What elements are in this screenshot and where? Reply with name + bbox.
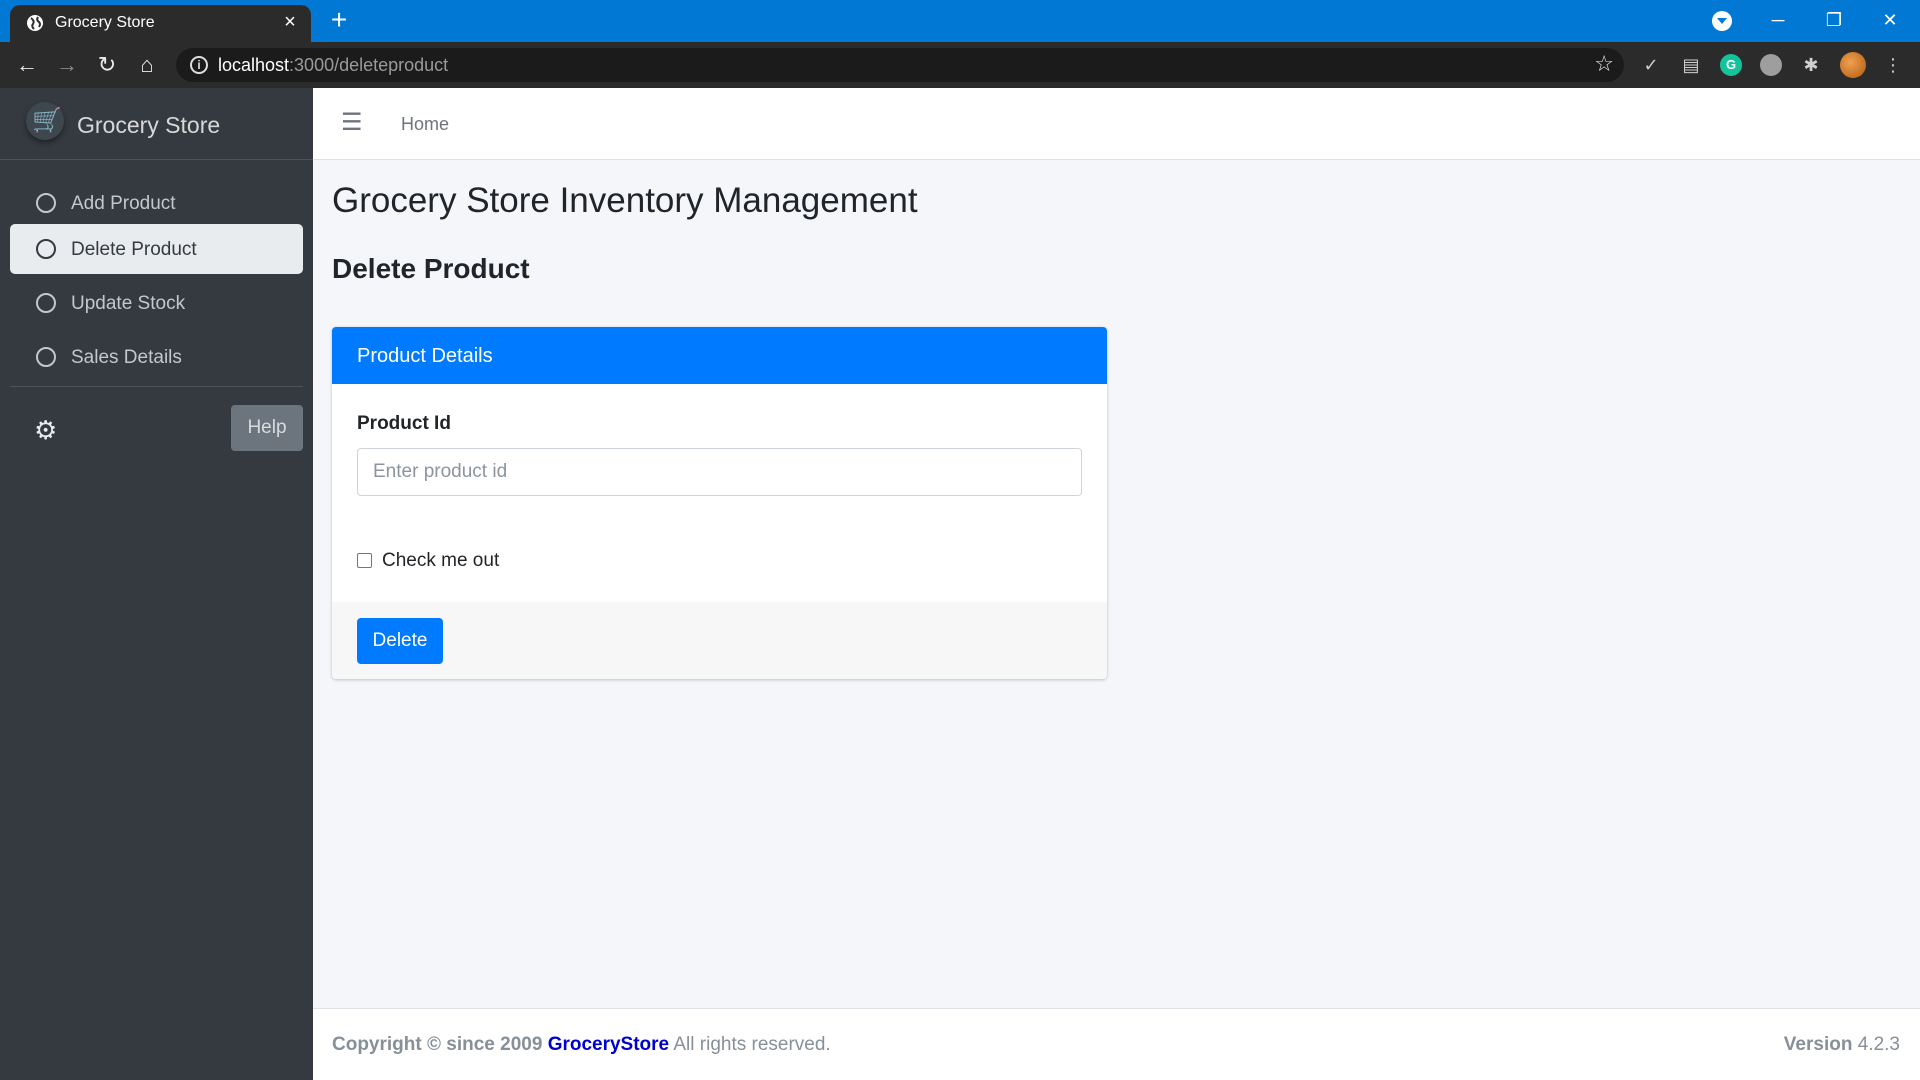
sidebar-item-delete-product[interactable]: Delete Product	[10, 224, 303, 274]
card-title: Product Details	[357, 345, 493, 367]
grammarly-extension-icon[interactable]: G	[1720, 54, 1742, 76]
brand-logo: 🛒	[26, 102, 64, 140]
sidebar-item-label: Add Product	[71, 193, 176, 214]
section-title: Delete Product	[332, 253, 530, 284]
address-bar[interactable]: i localhost:3000/deleteproduct ☆	[176, 48, 1624, 82]
tab-title: Grocery Store	[55, 14, 155, 31]
hamburger-menu-icon[interactable]: ☰	[341, 110, 363, 136]
sidebar-item-label: Delete Product	[71, 239, 197, 260]
kebab-menu-icon[interactable]: ⋮	[1882, 54, 1904, 76]
clipboard-extension-icon[interactable]: ▤	[1680, 54, 1702, 76]
brand-text: Grocery Store	[77, 112, 221, 138]
circle-icon	[36, 293, 56, 313]
browser-tab-bar: Grocery Store × + ─ ❐ ✕	[0, 0, 1920, 42]
help-button[interactable]: Help	[231, 405, 303, 451]
sidebar-item-label: Update Stock	[71, 293, 186, 314]
page-title: Grocery Store Inventory Management	[332, 181, 918, 220]
main-header: ☰ Home	[313, 88, 1920, 160]
reload-icon[interactable]: ↻	[92, 50, 122, 80]
product-id-label: Product Id	[357, 413, 451, 434]
profile-avatar[interactable]	[1840, 52, 1866, 78]
sidebar-divider	[10, 386, 303, 387]
sidebar-item-add-product[interactable]: Add Product	[10, 178, 303, 228]
browser-toolbar: ← → ↻ ⌂ i localhost:3000/deleteproduct ☆…	[0, 42, 1920, 88]
checkmark-extension-icon[interactable]: ✓	[1640, 54, 1662, 76]
home-link[interactable]: Home	[401, 113, 449, 135]
new-tab-button[interactable]: +	[325, 6, 353, 34]
forward-icon[interactable]: →	[52, 50, 82, 80]
back-icon[interactable]: ←	[12, 50, 42, 80]
url-text[interactable]: localhost:3000/deleteproduct	[218, 55, 448, 75]
card-footer: Delete	[332, 602, 1107, 679]
gears-icon[interactable]: ⚙	[34, 416, 57, 444]
microphone-extension-icon[interactable]	[1760, 54, 1782, 76]
puzzle-extensions-icon[interactable]: ✱	[1800, 54, 1822, 76]
minimize-button[interactable]: ─	[1758, 6, 1798, 34]
bookmark-star-icon[interactable]: ☆	[1594, 52, 1614, 76]
delete-button[interactable]: Delete	[357, 618, 443, 664]
globe-icon	[27, 15, 43, 31]
check-me-out-checkbox[interactable]	[357, 553, 372, 568]
sidebar-item-sales-details[interactable]: Sales Details	[10, 332, 303, 382]
browser-tab[interactable]: Grocery Store ×	[10, 5, 311, 42]
card-header: Product Details	[332, 327, 1107, 384]
info-icon[interactable]: i	[190, 56, 208, 74]
circle-icon	[36, 347, 56, 367]
sidebar: 🛒 Grocery Store Add Product Delete Produ…	[0, 88, 313, 1080]
footer-brand-link[interactable]: GroceryStore	[548, 1034, 669, 1055]
product-details-card: Product Details Product Id Check me out …	[332, 327, 1107, 679]
circle-icon	[36, 239, 56, 259]
version-text: Version 4.2.3	[1783, 1034, 1900, 1055]
shopping-cart-icon: 🛒	[32, 107, 62, 134]
product-id-input[interactable]	[357, 448, 1082, 496]
checkbox-label[interactable]: Check me out	[382, 550, 499, 572]
close-window-button[interactable]: ✕	[1870, 6, 1910, 34]
sidebar-item-update-stock[interactable]: Update Stock	[10, 278, 303, 328]
brand-link[interactable]: 🛒 Grocery Store	[0, 88, 313, 160]
profile-dropdown-icon[interactable]	[1712, 11, 1732, 31]
circle-icon	[36, 193, 56, 213]
page-footer: Copyright © since 2009 GroceryStore All …	[313, 1008, 1920, 1080]
close-tab-icon[interactable]: ×	[279, 11, 301, 33]
home-icon[interactable]: ⌂	[132, 50, 162, 80]
restore-button[interactable]: ❐	[1814, 6, 1854, 34]
sidebar-item-label: Sales Details	[71, 347, 182, 368]
copyright-text: Copyright © since 2009 GroceryStore All …	[332, 1034, 831, 1055]
